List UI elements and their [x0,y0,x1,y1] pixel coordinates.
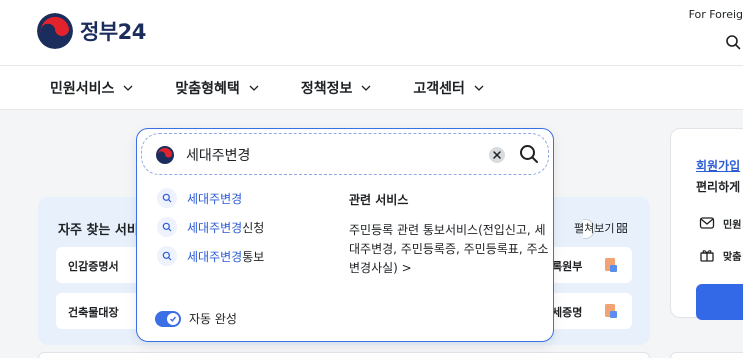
nav-item-custom-benefits[interactable]: 맞춤형혜택 [175,78,259,98]
nav-item-label: 민원서비스 [50,81,115,97]
search-icon [157,217,177,237]
toggle-switch[interactable] [155,310,181,327]
nav-item-label: 맞춤형혜택 [175,81,240,97]
related-service-link[interactable]: 주민등록 관련 통보서비스(전입신고, 세대주변경, 주민등록증, 주민등록표,… [349,221,549,278]
suggestion-match: 세대주변경 [187,220,243,235]
clear-icon[interactable] [488,146,506,164]
nav-item-civil-service[interactable]: 민원서비스 [50,78,133,98]
faq-expand-button[interactable]: 펼쳐보기 [574,220,628,236]
nav-item-customer-center[interactable]: 고객센터 [413,78,484,98]
taegeuk-logo-icon [156,146,174,164]
search-input[interactable]: 세대주변경 [186,145,250,165]
member-signup-card: 회원가입 편리하게 민원 맞춤 [670,128,743,320]
benefit-row: 민원 [699,215,741,231]
suggestion-item[interactable]: 세대주변경 [157,188,242,208]
search-autocomplete-panel: 세대주변경 세대주변경 세대주변경 신청 세대주변경 통보 관련 서비스 주민등록 … [136,128,554,342]
header-divider [0,65,743,66]
related-services-title: 관련 서비스 [349,193,409,207]
faq-card-label: 세증명 [552,306,583,319]
benefit-row-label: 민원 [723,219,742,231]
search-icon [157,188,177,208]
faq-card-label: 인감증명서 [68,260,119,273]
logo-text-number: 24 [117,20,147,44]
benefit-row: 맞춤 [699,247,741,263]
suggestion-item[interactable]: 세대주변경 통보 [157,246,264,266]
faq-expand-label: 펼쳐보기 [574,222,615,235]
suggestion-match: 세대주변경 [187,249,243,264]
nav-item-label: 고객센터 [413,81,465,97]
site-header: 정부24 For Foreig 민원서비스 맞춤형혜택 정책정보 고객센터 [0,0,743,110]
nav-item-policy-info[interactable]: 정책정보 [301,78,372,98]
taegeuk-logo-icon [37,13,73,49]
benefit-row-label: 맞춤 [723,251,742,263]
suggestion-match: 세대주변경 [187,191,243,206]
nav-item-label: 정책정보 [300,81,353,97]
search-box[interactable]: 세대주변경 [141,133,549,175]
search-icon[interactable] [725,34,741,50]
faq-card-label: 록원부 [552,260,583,273]
main-nav: 민원서비스 맞춤형혜택 정책정보 고객센터 [50,78,526,98]
search-icon [157,246,177,266]
search-icon[interactable] [518,143,540,165]
grid-icon [617,223,628,233]
next-section-card [38,352,650,358]
chevron-down-icon [123,85,133,91]
chevron-down-icon [474,85,484,91]
signup-link[interactable]: 회원가입 [696,157,740,174]
autocomplete-toggle[interactable]: 자동 완성 [155,310,237,327]
signup-subtitle: 편리하게 [696,180,741,194]
chevron-down-icon [361,85,371,91]
document-icon [605,304,617,318]
signup-button[interactable] [696,284,743,320]
suggestion-item[interactable]: 세대주변경 신청 [157,217,264,237]
faq-title: 자주 찾는 서비 [58,223,139,238]
check-icon [167,312,179,325]
logo-text-main: 정부 [80,20,118,44]
suggestion-rest: 신청 [242,220,265,235]
site-logo[interactable]: 정부24 [37,13,146,49]
next-side-card [670,352,743,358]
suggestion-rest: 통보 [242,249,265,264]
autocomplete-label: 자동 완성 [189,312,237,326]
faq-card-label: 건축물대장 [68,306,119,319]
mail-icon [699,217,715,229]
logo-text: 정부24 [80,16,146,46]
document-icon [605,258,617,272]
header-bottom-border [0,109,743,110]
gift-icon [700,250,714,262]
chevron-down-icon [249,85,259,91]
language-link[interactable]: For Foreig [689,8,743,21]
